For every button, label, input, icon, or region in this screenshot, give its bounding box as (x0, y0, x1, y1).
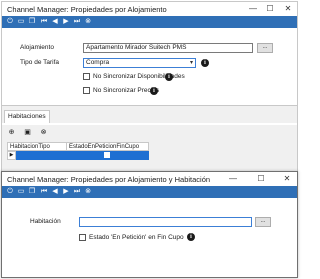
next-icon[interactable]: ▶ (61, 17, 71, 27)
first-icon[interactable]: ⏮ (39, 17, 49, 27)
alojamiento-label: Alojamiento (20, 44, 54, 51)
info-icon[interactable]: i (201, 59, 209, 67)
cell-habitaciontipo[interactable] (16, 151, 66, 160)
chevron-down-icon[interactable]: ▾ (190, 59, 193, 67)
info-icon[interactable]: i (187, 233, 195, 241)
cell-estadoenpeticionfincupo[interactable] (66, 151, 149, 160)
estado-en-peticion-checkbox[interactable] (79, 234, 86, 241)
habitacion-field[interactable] (79, 217, 252, 227)
tipo-tarifa-value: Compra (86, 59, 110, 66)
tipo-tarifa-select[interactable]: Compra ▾ (83, 58, 196, 68)
maximize-button[interactable]: ☐ (261, 3, 279, 15)
row-selector[interactable]: ▶ (7, 151, 16, 160)
minimize-button[interactable]: — (224, 173, 242, 185)
dialog-titlebar: Channel Manager: Propiedades por Alojami… (2, 172, 297, 186)
dialog-toolbar: ⏻ ▭ ❐ ⏮ ◀ ▶ ⏭ ⊗ (2, 186, 297, 198)
tipo-tarifa-label: Tipo de Tarifa (20, 59, 60, 66)
main-titlebar: Channel Manager: Propiedades por Alojami… (2, 2, 297, 16)
alojamiento-browse-button[interactable]: ... (257, 43, 273, 53)
copy-icon[interactable]: ❐ (27, 17, 37, 27)
estado-checkbox[interactable] (104, 152, 110, 158)
info-icon[interactable]: i (150, 87, 158, 95)
delete-icon[interactable]: ⊗ (39, 128, 48, 137)
save-icon[interactable]: ▭ (16, 187, 26, 197)
tab-underline (2, 123, 297, 125)
power-icon[interactable]: ⏻ (5, 187, 15, 197)
minimize-button[interactable]: — (244, 3, 262, 15)
tab-habitaciones[interactable]: Habitaciones (4, 110, 50, 123)
last-icon[interactable]: ⏭ (72, 17, 82, 27)
new-record-icon[interactable]: ▣ (23, 128, 32, 137)
column-header-estadoenpeticionfincupo[interactable]: EstadoEnPeticionFinCupo (67, 143, 149, 151)
first-icon[interactable]: ⏮ (39, 187, 49, 197)
save-icon[interactable]: ▭ (16, 17, 26, 27)
power-icon[interactable]: ⏻ (5, 17, 15, 27)
next-icon[interactable]: ▶ (61, 187, 71, 197)
table-row[interactable]: ▶ (7, 151, 149, 160)
alojamiento-field[interactable]: Apartamento Mirador Suitech PMS (83, 43, 253, 53)
info-icon[interactable]: i (165, 73, 173, 81)
copy-icon[interactable]: ❐ (27, 187, 37, 197)
add-icon[interactable]: ⊕ (7, 128, 16, 137)
no-sincronizar-disponibilidades-checkbox[interactable] (83, 73, 90, 80)
estado-en-peticion-label: Estado 'En Petición' en Fin Cupo (89, 234, 184, 241)
no-sincronizar-precios-checkbox[interactable] (83, 87, 90, 94)
previous-icon[interactable]: ◀ (50, 17, 60, 27)
habitacion-label: Habitación (30, 218, 61, 225)
close-window-button[interactable]: ✕ (279, 3, 297, 15)
main-toolbar: ⏻ ▭ ❐ ⏮ ◀ ▶ ⏭ ⊗ (2, 16, 297, 28)
previous-icon[interactable]: ◀ (50, 187, 60, 197)
close-window-button[interactable]: ✕ (278, 173, 296, 185)
dialog-window-title: Channel Manager: Propiedades por Alojami… (7, 175, 211, 184)
dialog-window: Channel Manager: Propiedades por Alojami… (1, 171, 298, 278)
habitacion-browse-button[interactable]: ... (255, 217, 271, 227)
maximize-button[interactable]: ☐ (252, 173, 270, 185)
main-window-title: Channel Manager: Propiedades por Alojami… (7, 5, 167, 14)
column-header-habitaciontipo[interactable]: HabitacionTipo (8, 143, 67, 151)
grid-header: HabitacionTipo EstadoEnPeticionFinCupo (7, 142, 149, 151)
close-icon[interactable]: ⊗ (83, 17, 93, 27)
close-icon[interactable]: ⊗ (83, 187, 93, 197)
last-icon[interactable]: ⏭ (72, 187, 82, 197)
